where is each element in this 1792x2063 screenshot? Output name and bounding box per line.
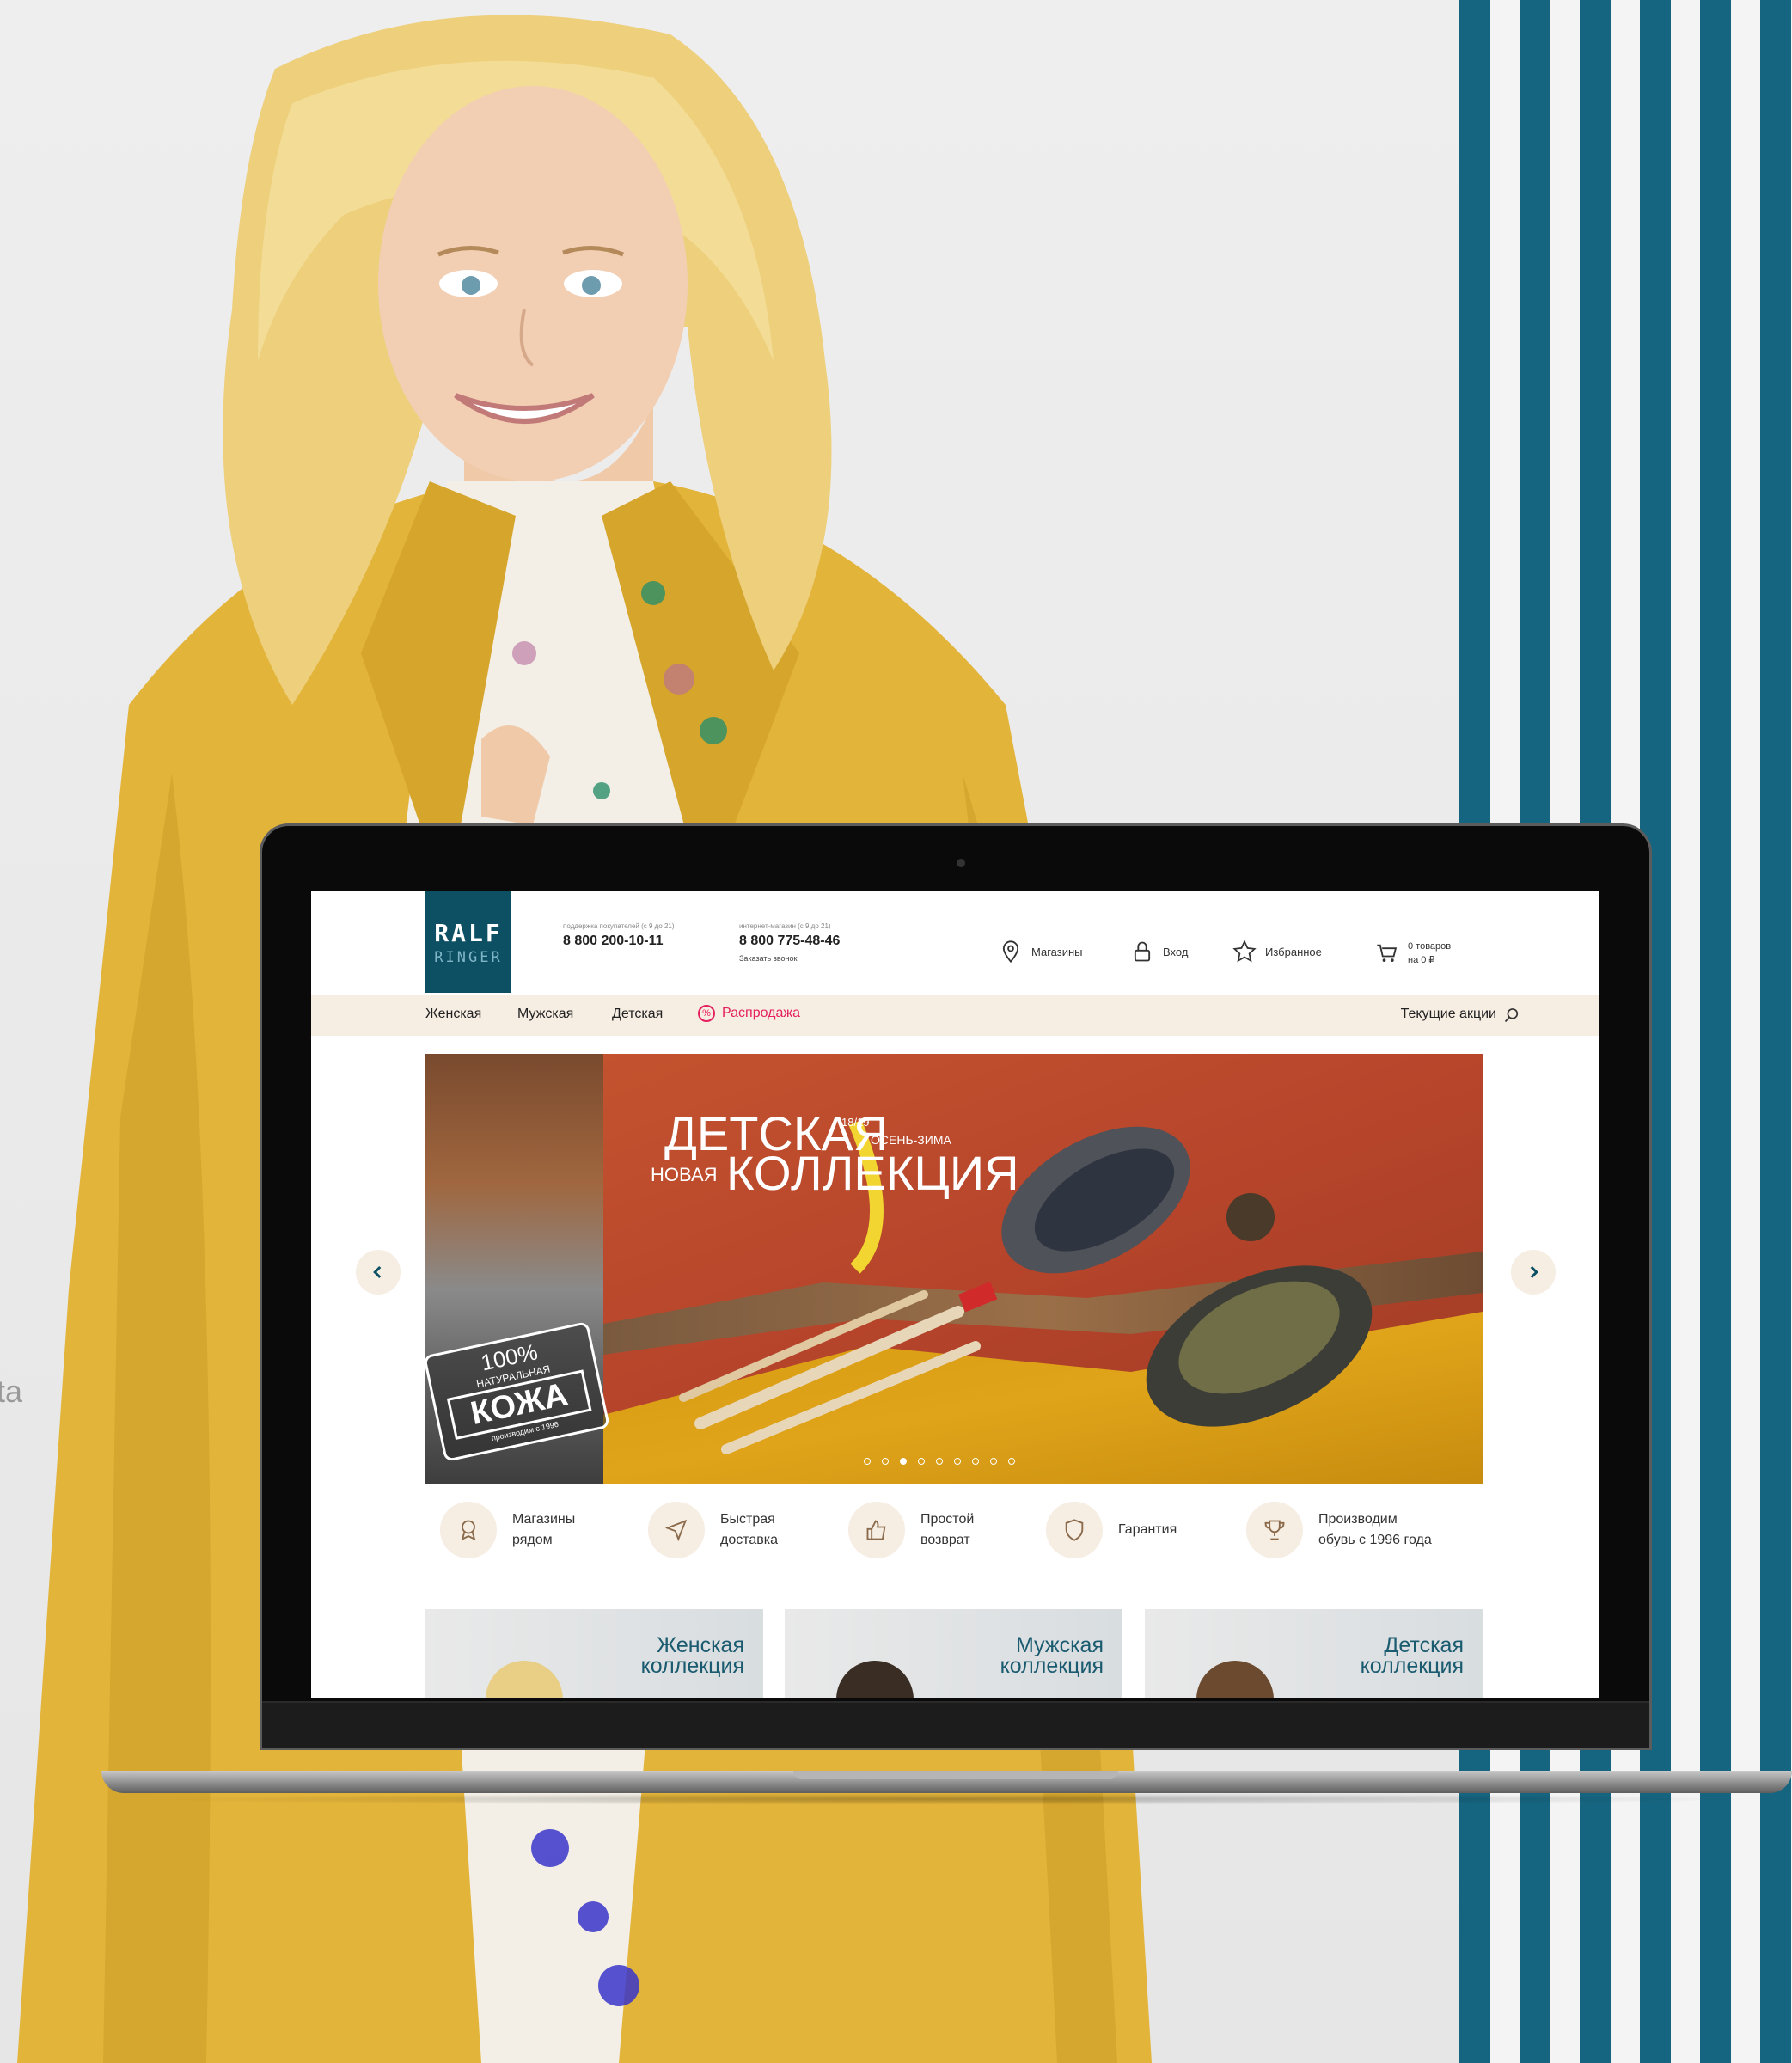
collection-women[interactable]: Женская коллекция xyxy=(425,1609,763,1698)
cart-summary: 0 товаров на 0 ₽ xyxy=(1408,940,1451,967)
feature-label: Магазины рядом xyxy=(512,1512,576,1547)
shield-icon xyxy=(1065,1519,1084,1541)
send-icon xyxy=(664,1519,688,1542)
favorites-link[interactable]: Избранное xyxy=(1232,940,1322,964)
feature-icon-wrap xyxy=(440,1502,497,1558)
slider-prev-button[interactable] xyxy=(356,1250,401,1295)
feature-delivery[interactable]: Быстрая доставка xyxy=(648,1502,778,1558)
sale-icon: % xyxy=(698,1005,715,1022)
collection-men[interactable]: Мужская коллекция xyxy=(785,1609,1122,1698)
login-label: Вход xyxy=(1163,945,1189,958)
slider-dot[interactable] xyxy=(864,1458,871,1465)
support-phone: поддержка покупателей (с 9 до 21) 8 800 … xyxy=(563,922,675,949)
trophy-icon xyxy=(1264,1520,1285,1540)
feature-label: Гарантия xyxy=(1118,1522,1177,1537)
laptop-notch xyxy=(793,1771,1118,1779)
cart-icon xyxy=(1377,944,1398,963)
feature-icon-wrap xyxy=(848,1502,905,1558)
main-nav: Женская Мужская Детская % Распродажа Тек… xyxy=(311,995,1599,1036)
feature-label: Производим обувь с 1996 года xyxy=(1318,1512,1432,1547)
feature-since-1996[interactable]: Производим обувь с 1996 года xyxy=(1246,1502,1432,1558)
model-thumbnail xyxy=(836,1661,914,1698)
location-icon xyxy=(1002,940,1019,964)
collection-label: Мужская коллекция xyxy=(1000,1633,1104,1678)
star-icon xyxy=(1232,940,1257,963)
feature-icon-wrap xyxy=(1046,1502,1103,1558)
feature-label: Простой возврат xyxy=(920,1512,975,1547)
phone-number[interactable]: 8 800 775-48-46 xyxy=(739,934,840,949)
cart-total: на 0 ₽ xyxy=(1408,955,1435,965)
location-icon xyxy=(461,1520,476,1541)
feature-stores[interactable]: Магазины рядом xyxy=(440,1502,575,1558)
stores-link[interactable]: Магазины xyxy=(999,940,1083,964)
slider-next-button[interactable] xyxy=(1511,1250,1556,1295)
slider-dot[interactable] xyxy=(972,1458,979,1465)
banner-season-year: 18/19 xyxy=(841,1116,870,1129)
nav-kids[interactable]: Детская xyxy=(612,1007,663,1022)
site-header: RALF RINGER поддержка покупателей (с 9 д… xyxy=(311,891,1599,995)
chevron-right-icon xyxy=(1530,1265,1538,1279)
chevron-left-icon xyxy=(373,1265,382,1279)
nav-sale[interactable]: % Распродажа xyxy=(698,1005,800,1022)
nav-men[interactable]: Мужская xyxy=(517,1007,573,1022)
feature-label: Быстрая доставка xyxy=(720,1512,779,1547)
model-thumbnail xyxy=(1196,1661,1274,1698)
nav-promos[interactable]: Текущие акции xyxy=(1401,1007,1496,1022)
shop-phone: интернет-магазин (с 9 до 21) 8 800 775-4… xyxy=(739,922,840,963)
slider-dot[interactable] xyxy=(936,1458,943,1465)
slider-dot[interactable] xyxy=(900,1458,907,1465)
collection-label: Детская коллекция xyxy=(1360,1633,1464,1678)
nav-sale-label: Распродажа xyxy=(722,1006,800,1020)
slider-dot[interactable] xyxy=(1008,1458,1015,1465)
banner-new-label: НОВАЯ xyxy=(651,1164,718,1185)
phone-number[interactable]: 8 800 200-10-11 xyxy=(563,934,675,949)
hero-banner[interactable]: ДЕТСКАЯ НОВАЯ КОЛЛЕКЦИЯ 18/19 ОСЕНЬ-ЗИМА… xyxy=(425,1054,1483,1484)
laptop-chin xyxy=(262,1701,1649,1748)
nav-women[interactable]: Женская xyxy=(425,1007,481,1022)
phone-caption: поддержка покупателей (с 9 до 21) xyxy=(563,922,675,930)
banner-season-name: ОСЕНЬ-ЗИМА xyxy=(871,1133,951,1147)
lock-icon xyxy=(1134,941,1151,962)
feature-icon-wrap xyxy=(1246,1502,1303,1558)
logo-line2: RINGER xyxy=(434,948,503,966)
feature-icon-wrap xyxy=(648,1502,705,1558)
cart-count: 0 товаров xyxy=(1408,941,1452,952)
favorites-label: Избранное xyxy=(1265,945,1322,958)
laptop-base xyxy=(101,1771,1792,1793)
thumb-up-icon xyxy=(866,1520,886,1540)
login-link[interactable]: Вход xyxy=(1130,940,1188,964)
search-icon[interactable] xyxy=(1503,1007,1520,1024)
logo-line1: RALF xyxy=(434,918,503,947)
slider-dot[interactable] xyxy=(918,1458,925,1465)
collection-kids[interactable]: Детская коллекция xyxy=(1145,1609,1483,1698)
webcam xyxy=(957,859,965,867)
site-logo[interactable]: RALF RINGER xyxy=(425,891,511,993)
feature-returns[interactable]: Простой возврат xyxy=(848,1502,974,1558)
feature-warranty[interactable]: Гарантия xyxy=(1046,1502,1177,1558)
banner-title-line2: КОЛЛЕКЦИЯ xyxy=(726,1146,1019,1200)
cart-link[interactable]: 0 товаров на 0 ₽ xyxy=(1375,940,1451,967)
collection-label: Женская коллекция xyxy=(640,1633,744,1678)
slider-dot[interactable] xyxy=(882,1458,889,1465)
laptop-shadow xyxy=(129,1793,1762,1805)
callback-link[interactable]: Заказать звонок xyxy=(739,954,840,963)
slider-dot[interactable] xyxy=(990,1458,997,1465)
website-screen: RALF RINGER поддержка покупателей (с 9 д… xyxy=(311,891,1599,1698)
slider-dot[interactable] xyxy=(954,1458,961,1465)
phone-caption: интернет-магазин (с 9 до 21) xyxy=(739,922,831,930)
slider-dots xyxy=(864,1458,1015,1465)
model-thumbnail xyxy=(486,1661,563,1698)
stores-label: Магазины xyxy=(1031,945,1083,958)
